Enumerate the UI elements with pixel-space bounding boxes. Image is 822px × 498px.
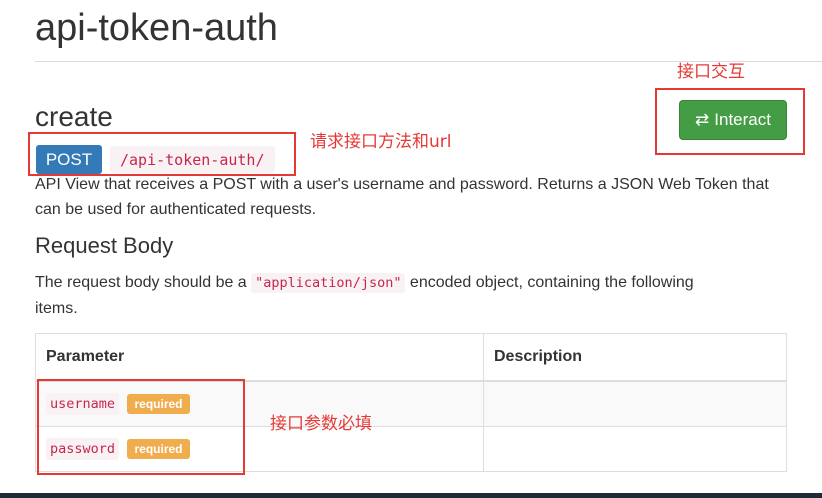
column-header-parameter: Parameter: [35, 333, 484, 382]
table-header-row: Parameter Description: [35, 333, 787, 382]
params-annotation-label: 接口参数必填: [270, 414, 372, 434]
request-body-title: Request Body: [35, 233, 174, 258]
bottom-edge-bar: [0, 493, 822, 498]
column-header-description: Description: [483, 333, 787, 382]
interact-annotation-box: [655, 88, 805, 155]
section-title: create: [35, 101, 113, 132]
endpoint-description: API View that receives a POST with a use…: [35, 176, 769, 218]
request-body-text-before: The request body should be a: [35, 274, 252, 291]
description-cell: [483, 380, 787, 427]
description-cell: [483, 426, 787, 472]
bottom-edge-bar-fill: [0, 493, 822, 498]
page-title: api-token-auth: [35, 7, 278, 49]
method-url-annotation-label: 请求接口方法和url: [310, 132, 452, 152]
params-annotation-box: [37, 379, 245, 475]
method-url-annotation-box: [28, 132, 296, 176]
request-body-text: The request body should be a "applicatio…: [35, 270, 735, 321]
interact-annotation-label: 接口交互: [677, 62, 745, 82]
content-type-code: "application/json": [251, 273, 406, 293]
